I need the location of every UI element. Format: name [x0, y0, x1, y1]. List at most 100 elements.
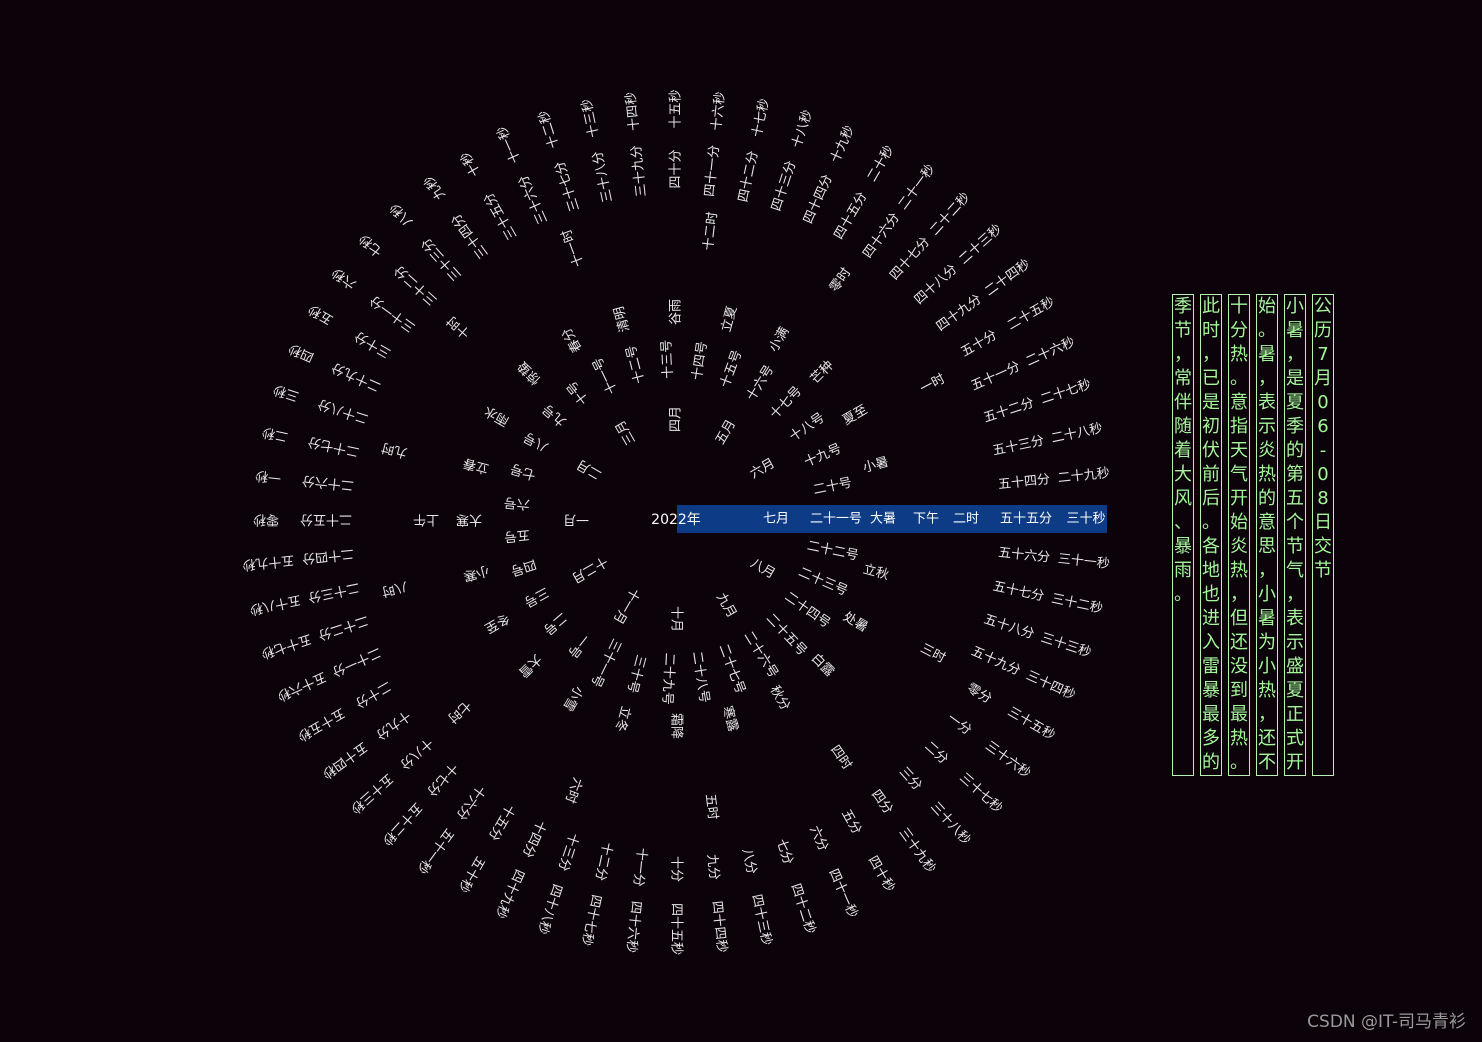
solar-term-label: 白露: [808, 650, 838, 680]
hour-label: 一时: [918, 372, 948, 397]
minute-label: 四十五分: [832, 190, 871, 243]
minute-label: 三十四分: [449, 210, 492, 261]
day-label: 二十号: [812, 476, 853, 499]
solar-term-description: 公历 7 月 0 6-0 8 日交节小暑，是夏季的第五个节气，表示盛夏正式开始。暑，表示炎热…: [1172, 294, 1334, 776]
second-label: 五十七秒: [259, 631, 313, 661]
second-label: 一秒: [254, 467, 281, 485]
minute-label: 二十三分: [307, 579, 361, 604]
minute-label: 二十四分: [301, 545, 354, 565]
month-label: 二月: [574, 456, 604, 482]
minute-label: 十三分: [555, 831, 581, 873]
minute-label: 二十分: [352, 678, 393, 710]
minute-label: 三十二分: [392, 262, 441, 308]
second-label: 三十八秒: [927, 799, 973, 848]
minute-label: 二十八分: [316, 396, 370, 426]
day-label: 十二号: [624, 343, 648, 385]
day-label: 二十八号: [689, 650, 712, 704]
second-label: 十秒: [458, 149, 484, 179]
day-label: 二十二号: [806, 539, 860, 564]
second-label: 三十四秒: [1024, 668, 1078, 703]
minute-label: 二十六分: [301, 472, 354, 492]
second-label: 二十一秒: [896, 162, 939, 213]
second-label: 十九秒: [828, 124, 858, 166]
minute-label: 四十分: [669, 149, 684, 188]
poem-column: 公历7月06-08日交节: [1312, 294, 1334, 776]
minute-label: 五十二分: [982, 396, 1036, 426]
solar-term-label: 霜降: [669, 713, 684, 739]
second-label: 二十九秒: [1057, 466, 1110, 486]
second-label: 五秒: [306, 301, 336, 327]
minute-label: 三十三分: [419, 235, 465, 284]
solar-term-label: 惊蛰: [515, 358, 544, 387]
hour-label: 七时: [444, 697, 473, 725]
day-label: 二十七号: [716, 642, 748, 696]
hour-label: 五时: [702, 793, 720, 821]
month-label: 七月: [763, 512, 789, 527]
solar-term-label: 清明: [612, 305, 633, 334]
day-label: 九号: [540, 401, 570, 429]
minute-label: 八分: [739, 847, 759, 876]
second-label: 三十七秒: [956, 770, 1005, 816]
second-label: 四秒: [286, 340, 316, 364]
minute-label: 四十八分: [912, 262, 961, 308]
day-label: 十号: [564, 378, 592, 408]
minute-label: 四十七分: [887, 235, 933, 284]
hour-label: 零时: [827, 265, 854, 295]
day-label: 二十九号: [659, 652, 677, 705]
month-label: 九月: [713, 591, 739, 621]
second-label: 三十九秒: [896, 825, 939, 876]
minute-label: 十九分: [373, 707, 413, 742]
day-label: 八号: [521, 429, 551, 455]
solar-term-label: 立秋: [861, 562, 890, 583]
solar-term-label: 寒露: [719, 704, 741, 733]
minute-label: 四十一分: [702, 144, 722, 197]
second-label: 五十九秒: [242, 552, 295, 572]
center-year: 2022年: [651, 512, 701, 528]
day-label: 十九号: [802, 441, 844, 470]
minute-label: 五十分: [958, 328, 999, 360]
solar-term-label: 谷雨: [669, 299, 684, 325]
solar-term-label: 立冬: [612, 704, 634, 733]
second-label: 四十三秒: [748, 893, 773, 947]
month-label: 六月: [748, 456, 778, 482]
minute-label: 三十五分: [482, 190, 521, 243]
solar-term-label: 立春: [462, 455, 491, 476]
month-label: 十一月: [610, 585, 642, 626]
minute-label: 十六分: [453, 782, 488, 822]
day-label: 十三号: [659, 339, 676, 379]
minute-label: 十二分: [592, 841, 615, 882]
minute-label: 四分: [868, 787, 895, 817]
minute-label: 六分: [806, 824, 830, 854]
minute-label: 四十六分: [860, 210, 903, 261]
second-label: 三十秒: [1066, 512, 1105, 527]
second-label: 四十六秒: [623, 900, 643, 953]
solar-term-label: 秋分: [767, 683, 793, 713]
poem-column: 此时，已是初伏前后。各地也进入雷暴最多的: [1200, 294, 1222, 776]
second-label: 四十四秒: [709, 900, 729, 953]
minute-label: 十八分: [396, 735, 435, 772]
second-label: 三十六秒: [982, 739, 1033, 782]
watermark: CSDN @IT-司马青衫: [1307, 1012, 1466, 1032]
day-label: 十六号: [744, 363, 777, 404]
minute-label: 三十九分: [629, 144, 649, 197]
minute-label: 三十分: [352, 328, 393, 360]
second-label: 三十一秒: [1057, 552, 1110, 572]
day-label: 六号: [503, 494, 530, 512]
second-label: 二十秒: [865, 143, 897, 184]
solar-term-label: 小暑: [861, 455, 890, 476]
solar-term-label: 大雪: [515, 651, 544, 680]
second-label: 三十三秒: [1039, 631, 1093, 661]
second-label: 二十二秒: [927, 190, 973, 239]
poem-column: 十分热。意指天气开始炎热，但还没到最热。: [1228, 294, 1250, 776]
minute-label: 二十九分: [329, 359, 383, 394]
minute-label: 四十三分: [769, 159, 799, 213]
solar-term-label: 夏至: [840, 403, 870, 429]
second-label: 二十七秒: [1039, 377, 1093, 407]
hour-label: 三时: [918, 641, 948, 666]
second-label: 二十八秒: [1050, 421, 1104, 446]
day-label: 二号: [540, 609, 570, 637]
day-label: 三十一号: [587, 636, 623, 689]
second-label: 十七秒: [750, 97, 773, 138]
solar-term-label: 大寒: [456, 512, 482, 528]
solar-term-label: 小寒: [462, 562, 491, 584]
